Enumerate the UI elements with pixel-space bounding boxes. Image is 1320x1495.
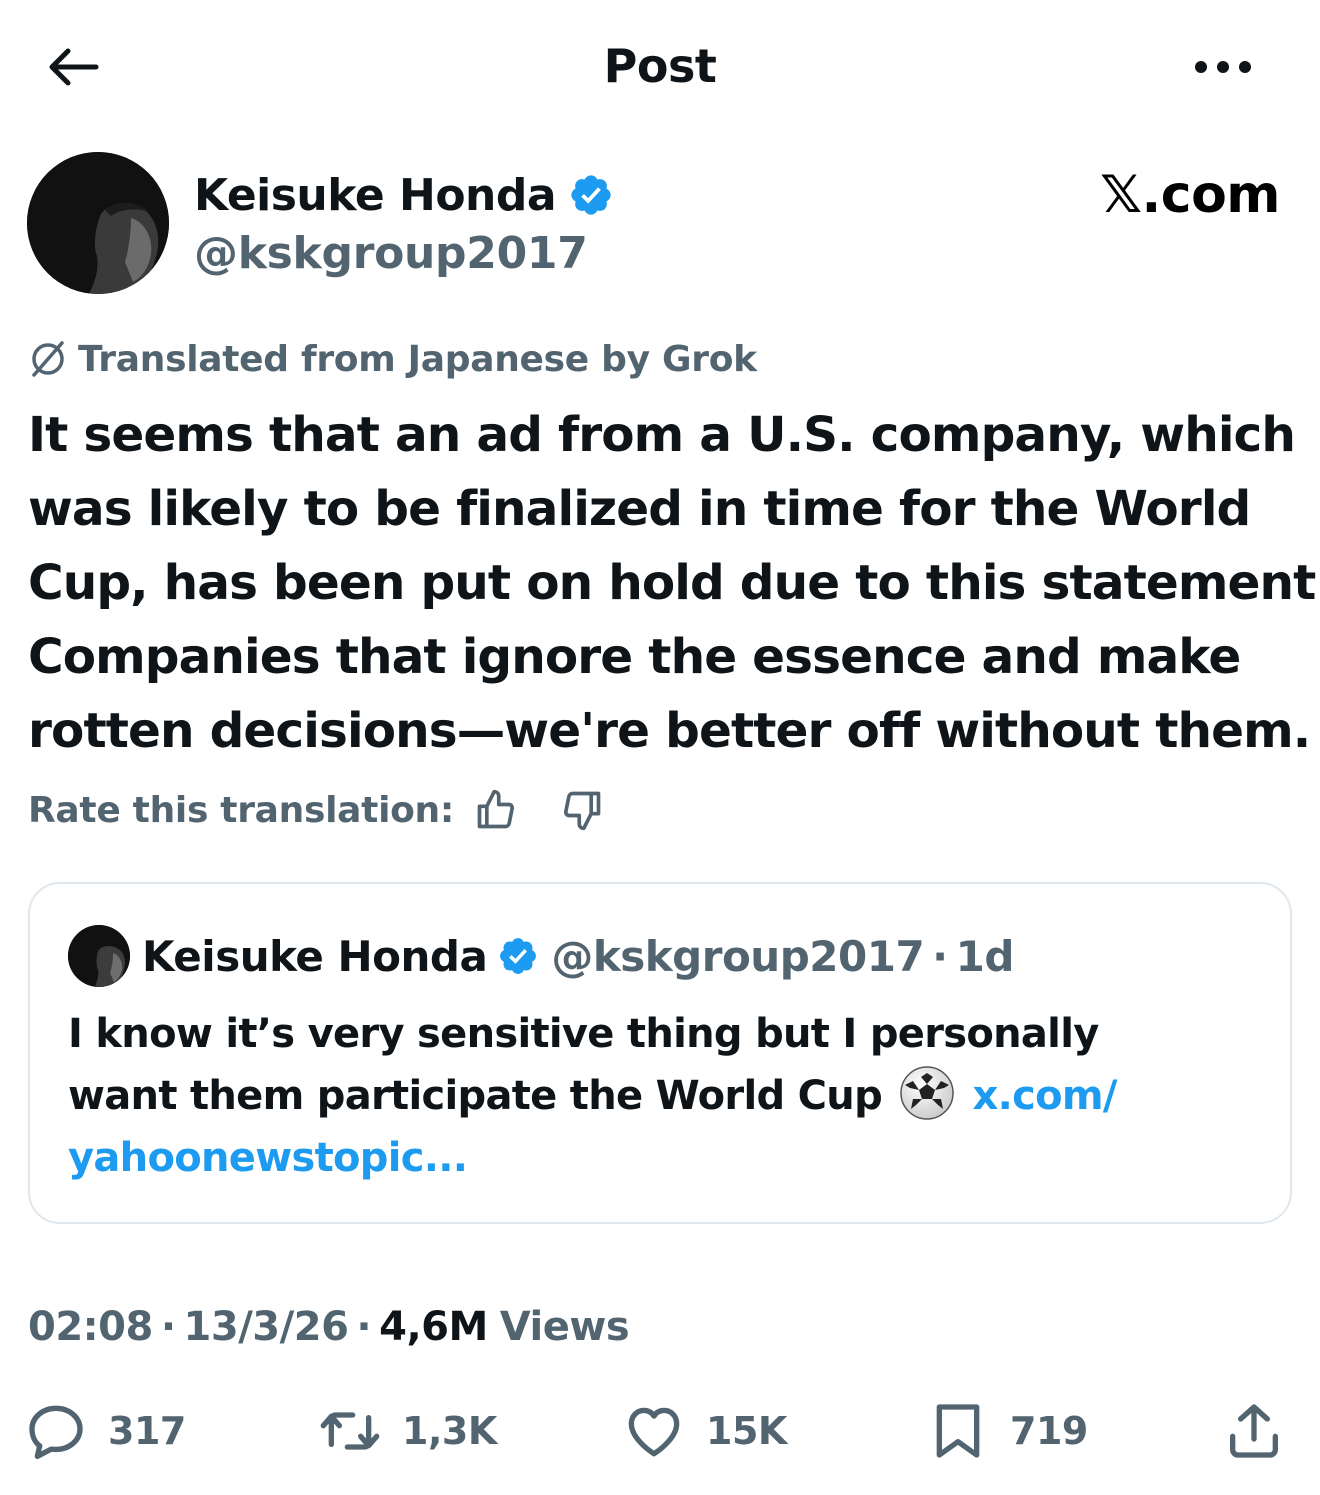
author-handle[interactable]: @kskgroup2017 (194, 226, 588, 282)
heart-icon (628, 1407, 680, 1457)
views-label[interactable]: Views (500, 1304, 630, 1350)
author-name[interactable]: Keisuke Honda (194, 170, 557, 221)
post-text-line: It seems that an ad from a U.S. company,… (28, 407, 1296, 463)
quoted-author-avatar (68, 925, 130, 987)
post-text-line: Companies that ignore the essence and ma… (28, 629, 1241, 685)
post-text-line: rotten decisions—we're better off withou… (28, 703, 1311, 759)
like-button[interactable]: 15K (622, 1396, 787, 1466)
bookmark-button[interactable]: 719 (926, 1396, 1088, 1466)
quoted-post-time: 1d (955, 931, 1015, 981)
post-meta: 02:08 · 13/3/26 · 4,6M Views (28, 1298, 630, 1356)
post-date: 13/3/26 (183, 1304, 349, 1350)
ellipsis-icon (1195, 61, 1251, 73)
quoted-author-handle: @kskgroup2017 (551, 931, 925, 981)
thumbs-up-button[interactable] (468, 782, 524, 838)
reply-icon (29, 1405, 83, 1459)
repost-icon (320, 1412, 380, 1450)
verified-badge-icon (571, 175, 611, 215)
rate-translation-row: Rate this translation: (28, 782, 610, 838)
quoted-link-continued[interactable]: yahoonewstopic... (68, 1127, 1248, 1189)
like-count: 15K (706, 1409, 787, 1453)
quoted-post-header: Keisuke Honda @kskgroup2017 · 1d (142, 926, 1014, 986)
translated-from-text[interactable]: Translated from Japanese by Grok (78, 339, 757, 380)
page-title: Post (603, 39, 717, 93)
thumbs-up-icon (477, 789, 514, 829)
quoted-text-line: I know it’s very sensitive thing but I p… (68, 1011, 1099, 1057)
separator-dot: · (932, 931, 948, 981)
bookmark-icon (936, 1404, 980, 1458)
separator-dot: · (356, 1304, 372, 1350)
grok-icon (32, 341, 64, 377)
repost-button[interactable]: 1,3K (318, 1396, 497, 1466)
x-com-watermark: 𝕏.com (1100, 165, 1280, 225)
post-text: It seems that an ad from a U.S. company,… (28, 398, 1320, 768)
rate-translation-label: Rate this translation: (28, 789, 454, 831)
post-text-line: Cup, has been put on hold due to this st… (28, 555, 1320, 611)
verified-badge-icon (500, 938, 537, 974)
views-count[interactable]: 4,6M (379, 1304, 488, 1350)
share-icon (1230, 1404, 1278, 1458)
reply-button[interactable]: 317 (24, 1396, 186, 1466)
post-text-line: was likely to be finalized in time for t… (28, 481, 1251, 537)
share-button[interactable] (1222, 1396, 1286, 1466)
reply-count: 317 (108, 1409, 186, 1453)
quoted-text-line: want them participate the World Cup (68, 1073, 883, 1119)
translation-label: Translated from Japanese by Grok (28, 334, 757, 384)
soccer-ball-icon (900, 1066, 954, 1120)
more-options-button[interactable] (1188, 44, 1258, 90)
thumbs-down-icon (563, 791, 601, 831)
separator-dot: · (160, 1304, 176, 1350)
thumbs-down-button[interactable] (554, 782, 610, 838)
repost-count: 1,3K (402, 1409, 497, 1453)
quoted-link[interactable]: x.com/ (972, 1073, 1117, 1119)
bookmark-count: 719 (1010, 1409, 1088, 1453)
quoted-author-name: Keisuke Honda (142, 931, 488, 981)
quoted-post-text: I know it’s very sensitive thing but I p… (68, 1003, 1248, 1189)
post-time: 02:08 (28, 1304, 153, 1350)
author-avatar[interactable] (27, 152, 169, 294)
